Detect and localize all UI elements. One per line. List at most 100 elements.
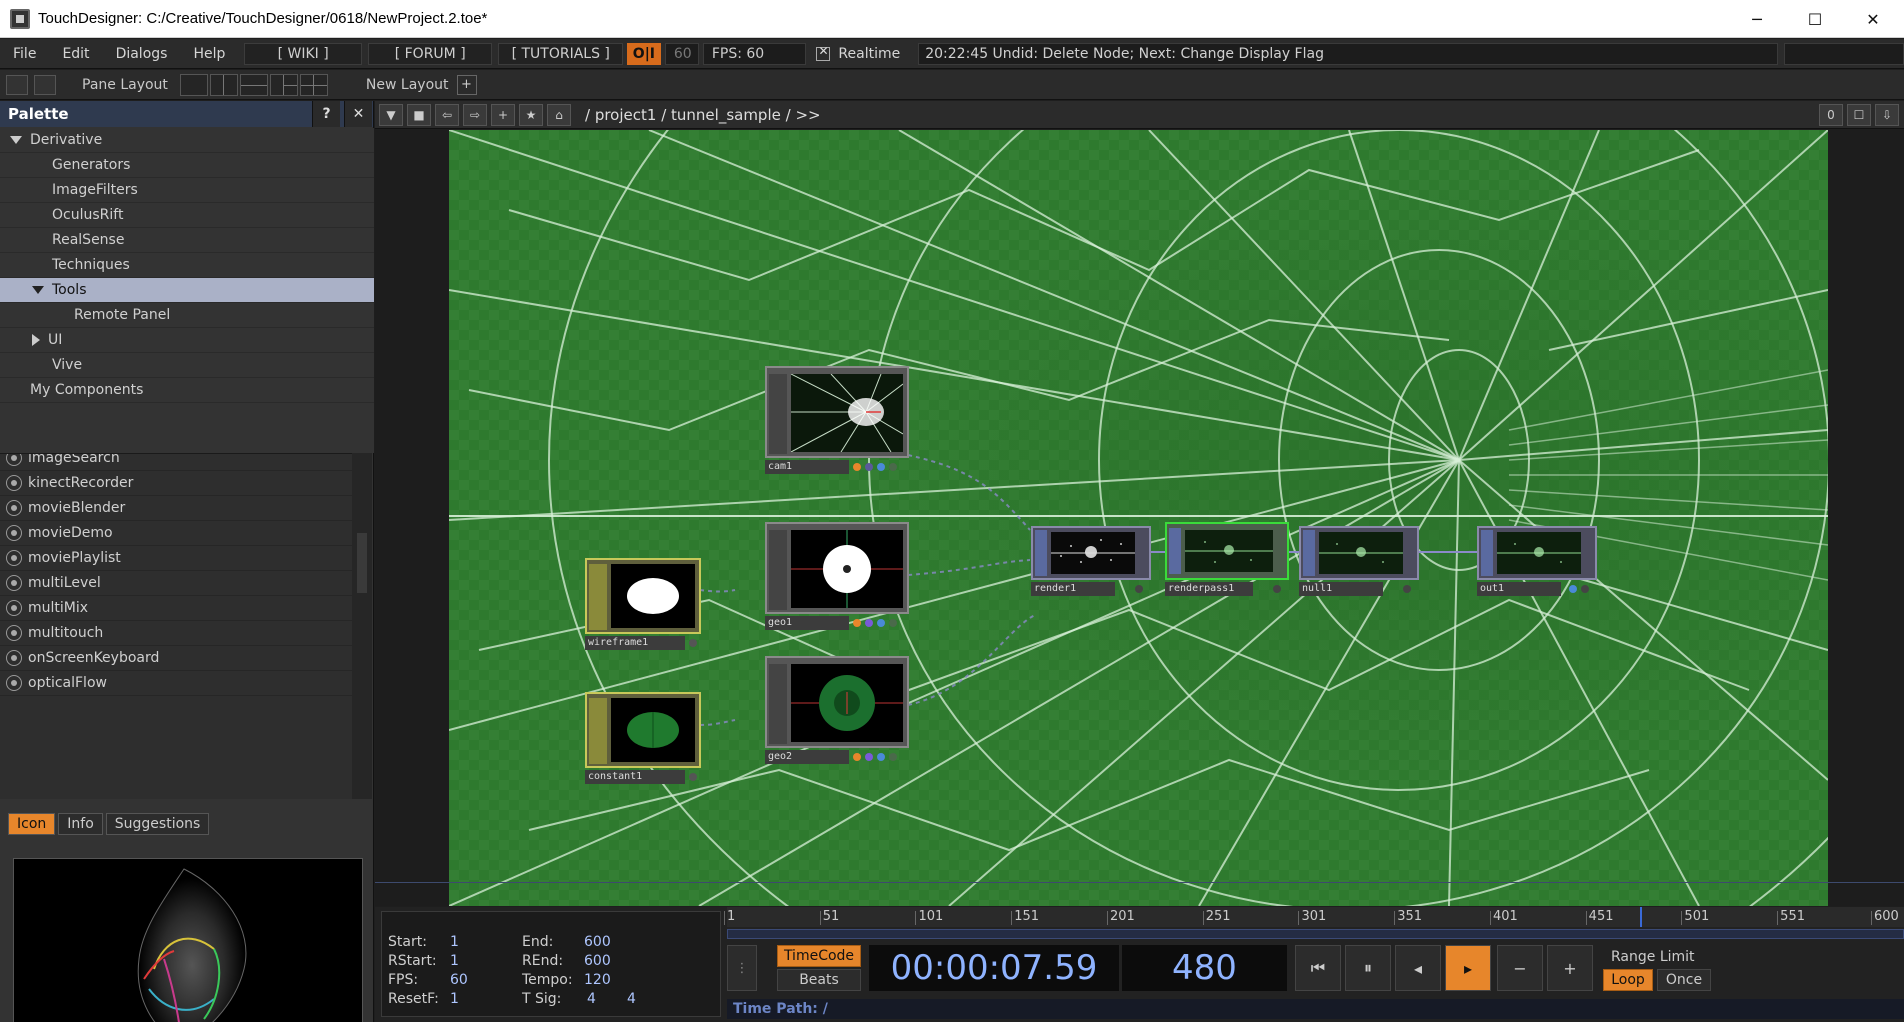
layout-three-pane-button[interactable] xyxy=(269,73,298,96)
perform-mode-toggle[interactable]: O|I xyxy=(627,42,661,65)
step-minus-icon[interactable]: − xyxy=(1497,945,1543,991)
bypass-flag-icon[interactable] xyxy=(689,639,697,647)
menu-edit[interactable]: Edit xyxy=(49,46,102,62)
component-list-item[interactable]: onScreenKeyboard xyxy=(0,646,352,671)
expand-right-icon[interactable] xyxy=(32,334,40,346)
bypass-flag-icon[interactable] xyxy=(689,773,697,781)
scrollbar-thumb[interactable] xyxy=(357,533,367,593)
stop-icon[interactable]: ■ xyxy=(407,103,431,126)
lock-flag-icon[interactable] xyxy=(889,463,897,471)
network-view-icon[interactable] xyxy=(6,74,28,95)
network-path[interactable]: / project1 / tunnel_sample / >> xyxy=(585,106,821,124)
tab-icon[interactable]: Icon xyxy=(8,813,56,835)
timecode-display[interactable]: 00:00:07.59 xyxy=(869,945,1119,991)
node-flag-column[interactable] xyxy=(589,564,607,630)
time-path[interactable]: Time Path: / xyxy=(727,999,1904,1019)
node-flag-column[interactable] xyxy=(1303,530,1315,576)
tree-item[interactable]: Vive xyxy=(0,353,374,378)
component-list-item[interactable]: multitouch xyxy=(0,621,352,646)
tempo-value[interactable]: 120 xyxy=(584,972,611,988)
viewer-flag-icon[interactable] xyxy=(1135,585,1143,593)
tree-item[interactable]: Techniques xyxy=(0,253,374,278)
forward-arrow-icon[interactable]: ⇨ xyxy=(463,103,487,126)
rstart-value[interactable]: 1 xyxy=(450,953,459,969)
add-layout-button[interactable]: + xyxy=(456,74,477,95)
node-flag-column[interactable] xyxy=(769,664,787,744)
tree-item[interactable]: My Components xyxy=(0,378,374,403)
layout-split-horizontal-button[interactable] xyxy=(239,73,268,96)
tree-item[interactable]: UI xyxy=(0,328,374,353)
layout-single-button[interactable] xyxy=(179,73,208,96)
loop-button[interactable]: Loop xyxy=(1603,969,1653,991)
node-null1[interactable]: null1 xyxy=(1299,526,1419,606)
component-list-item[interactable]: moviePlaylist xyxy=(0,546,352,571)
display-flag-icon[interactable] xyxy=(853,619,861,627)
timeline-resize-handle[interactable]: ⋮ xyxy=(727,945,757,991)
display-flag-icon[interactable] xyxy=(853,463,861,471)
tree-item[interactable]: Tools xyxy=(0,278,374,303)
node-flag-column[interactable] xyxy=(769,530,787,610)
step-back-icon[interactable]: ◂ xyxy=(1395,945,1441,991)
render-flag-icon[interactable] xyxy=(865,463,873,471)
node-out1[interactable]: out1 xyxy=(1477,526,1597,606)
playhead-marker[interactable] xyxy=(1640,907,1643,927)
close-window-button[interactable]: ✕ xyxy=(1844,0,1902,38)
wiki-button[interactable]: [ WIKI ] xyxy=(244,42,362,65)
tree-item[interactable]: Generators xyxy=(0,153,374,178)
tree-item[interactable]: Derivative xyxy=(0,128,374,153)
tab-suggestions[interactable]: Suggestions xyxy=(105,813,210,835)
component-list-item[interactable]: movieBlender xyxy=(0,496,352,521)
rend-value[interactable]: 600 xyxy=(584,953,611,969)
timeline-range-bar[interactable] xyxy=(727,929,1904,939)
node-geo2[interactable]: geo2 xyxy=(765,656,909,764)
menu-file[interactable]: File xyxy=(0,46,49,62)
timeline-ruler[interactable]: 1 51 101 151 201 251 301 351 401 451 501 551 600 xyxy=(724,907,1904,927)
network-zero-badge[interactable]: 0 xyxy=(1819,103,1843,126)
node-cam1[interactable]: cam1 xyxy=(765,366,909,474)
tree-item[interactable]: RealSense xyxy=(0,228,374,253)
component-list-item[interactable]: kinectRecorder xyxy=(0,471,352,496)
home-icon[interactable]: ⌂ xyxy=(547,103,571,126)
viewer-flag-icon[interactable] xyxy=(1273,585,1281,593)
node-label[interactable]: out1 xyxy=(1477,582,1561,596)
pause-icon[interactable]: ⏸ xyxy=(1345,945,1391,991)
beats-mode-button[interactable]: Beats xyxy=(777,969,861,991)
tab-info[interactable]: Info xyxy=(58,813,103,835)
back-arrow-icon[interactable]: ⇦ xyxy=(435,103,459,126)
maximize-pane-icon[interactable]: ☐ xyxy=(1847,103,1871,126)
network-editor[interactable]: cam1 geo1 geo2 wireframe1 constant1 rend… xyxy=(375,130,1904,906)
node-flag-column[interactable] xyxy=(769,374,787,454)
tutorials-button[interactable]: [ TUTORIALS ] xyxy=(498,42,623,65)
viewer-flag-icon[interactable] xyxy=(877,753,885,761)
chevron-down-icon[interactable]: ▼ xyxy=(379,103,403,126)
node-wireframe1[interactable]: wireframe1 xyxy=(585,558,701,650)
start-value[interactable]: 1 xyxy=(450,934,459,950)
once-button[interactable]: Once xyxy=(1657,969,1711,991)
tsig-numerator[interactable]: 4 xyxy=(587,991,596,1007)
viewer-flag-icon[interactable] xyxy=(877,463,885,471)
minimize-button[interactable]: ─ xyxy=(1728,0,1786,38)
maximize-button[interactable]: ☐ xyxy=(1786,0,1844,38)
tree-item[interactable]: OculusRift xyxy=(0,203,374,228)
component-list-item[interactable]: multiMix xyxy=(0,596,352,621)
tree-item[interactable]: Remote Panel xyxy=(0,303,374,328)
component-list-item[interactable]: movieDemo xyxy=(0,521,352,546)
node-label[interactable]: renderpass1 xyxy=(1165,582,1253,596)
fps-cap-field[interactable]: 60 xyxy=(664,42,699,65)
display-flag-icon[interactable] xyxy=(853,753,861,761)
lock-flag-icon[interactable] xyxy=(889,753,897,761)
component-list-item[interactable]: multiLevel xyxy=(0,571,352,596)
node-render1[interactable]: render1 xyxy=(1031,526,1151,606)
node-label[interactable]: geo1 xyxy=(765,616,849,630)
node-renderpass1[interactable]: renderpass1 xyxy=(1165,522,1289,606)
node-label[interactable]: geo2 xyxy=(765,750,849,764)
step-plus-icon[interactable]: + xyxy=(1547,945,1593,991)
play-forward-icon[interactable]: ▸ xyxy=(1445,945,1491,991)
star-icon[interactable]: ★ xyxy=(519,103,543,126)
node-label[interactable]: null1 xyxy=(1299,582,1383,596)
render-flag-icon[interactable] xyxy=(865,619,873,627)
lock-flag-icon[interactable] xyxy=(1581,585,1589,593)
node-label[interactable]: render1 xyxy=(1031,582,1115,596)
viewer-flag-icon[interactable] xyxy=(1569,585,1577,593)
forum-button[interactable]: [ FORUM ] xyxy=(367,42,493,65)
